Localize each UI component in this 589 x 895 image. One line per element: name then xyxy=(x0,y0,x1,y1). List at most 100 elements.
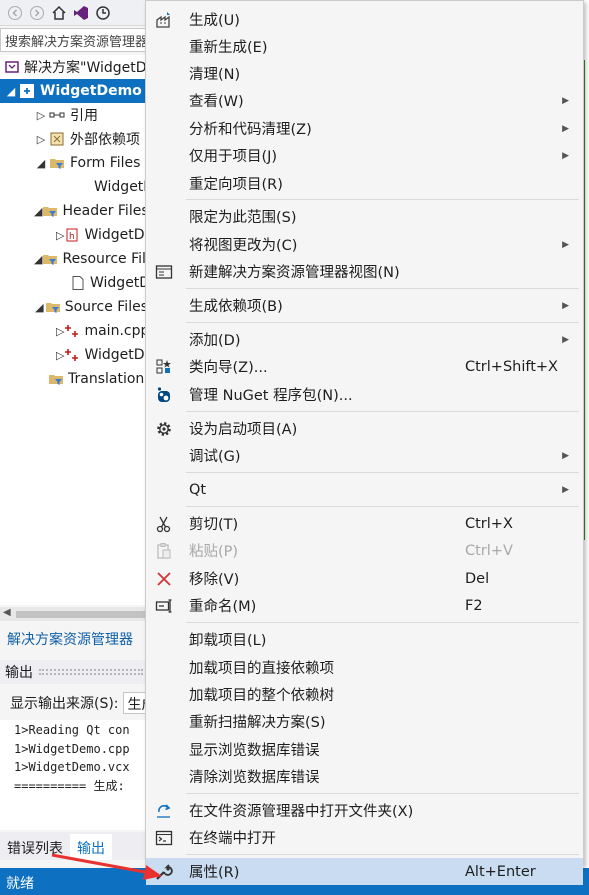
tree-item-source-files[interactable]: ◢ Source Files xyxy=(0,295,148,319)
collapsed-arrow-icon[interactable]: ▷ xyxy=(56,325,64,338)
solution-explorer-tab[interactable]: 解决方案资源管理器 xyxy=(0,626,148,650)
menu-item-debug[interactable]: 调试(G) ▶ xyxy=(146,442,583,469)
menu-item-remove[interactable]: 移除(V) Del xyxy=(146,565,583,592)
collapsed-arrow-icon[interactable]: ▷ xyxy=(56,349,64,362)
horizontal-scrollbar[interactable]: ◀ xyxy=(0,607,148,621)
output-panel-title: 输出 xyxy=(5,665,33,681)
tree-item-file[interactable]: ▷ h WidgetDemo.h xyxy=(0,223,148,247)
menu-item-properties[interactable]: 属性(R) Alt+Enter xyxy=(146,858,583,885)
menu-item-rename[interactable]: 重命名(M) F2 xyxy=(146,592,583,619)
collapsed-arrow-icon[interactable]: ▷ xyxy=(34,109,48,122)
open-folder-icon xyxy=(150,797,178,824)
submenu-arrow-icon: ▶ xyxy=(562,123,569,134)
references-icon xyxy=(48,107,66,123)
menu-item-load-direct-deps[interactable]: 加载项目的直接依赖项 xyxy=(146,654,583,681)
tree-item-form-files[interactable]: ◢ Form Files xyxy=(0,151,148,175)
tree-item-label: Form Files xyxy=(70,155,141,171)
tree-item-file[interactable]: WidgetDemo.qrc xyxy=(0,271,148,295)
terminal-icon xyxy=(150,824,178,851)
submenu-arrow-icon: ▶ xyxy=(562,150,569,161)
tree-item-header-files[interactable]: ◢ Header Files xyxy=(0,199,148,223)
scroll-left-icon[interactable]: ◀ xyxy=(3,607,11,618)
expanded-arrow-icon[interactable]: ◢ xyxy=(34,205,42,218)
tree-item-file[interactable]: ▷ WidgetDemo.cpp xyxy=(0,343,148,367)
tree-item-label: WidgetDemo.qrc xyxy=(90,275,148,291)
tree-item-solution[interactable]: 解决方案"WidgetDemo" xyxy=(0,55,148,79)
tree-item-label: 外部依赖项 xyxy=(70,132,140,148)
panel-grip[interactable] xyxy=(39,669,143,675)
submenu-arrow-icon: ▶ xyxy=(562,334,569,345)
menu-item-qt[interactable]: Qt ▶ xyxy=(146,476,583,503)
collapsed-arrow-icon[interactable]: ▷ xyxy=(34,133,48,146)
menu-item-project-only[interactable]: 仅用于项目(J) ▶ xyxy=(146,142,583,169)
shortcut: Ctrl+X xyxy=(465,515,513,532)
menu-item-class-wizard[interactable]: 类向导(Z)... Ctrl+Shift+X xyxy=(146,353,583,380)
external-deps-icon xyxy=(48,131,66,147)
tree-item-label: WidgetDemo.ui xyxy=(94,179,148,195)
expanded-arrow-icon[interactable]: ◢ xyxy=(34,157,48,170)
file-icon xyxy=(70,275,86,291)
menu-item-build-deps[interactable]: 生成依赖项(B) ▶ xyxy=(146,292,583,319)
tab-error-list[interactable]: 错误列表 xyxy=(0,834,70,860)
menu-item-open-in-terminal[interactable]: 在终端中打开 xyxy=(146,824,583,851)
vs-icon[interactable] xyxy=(72,4,90,22)
menu-item-paste[interactable]: 粘贴(P) Ctrl+V xyxy=(146,537,583,564)
menu-item-open-in-explorer[interactable]: 在文件资源管理器中打开文件夹(X) xyxy=(146,797,583,824)
tree-item-external-deps[interactable]: ▷ 外部依赖项 xyxy=(0,127,148,151)
menu-item-analyze[interactable]: 分析和代码清理(Z) ▶ xyxy=(146,115,583,142)
forward-icon[interactable] xyxy=(28,4,46,22)
tree-item-file[interactable]: ▷ main.cpp xyxy=(0,319,148,343)
menu-item-build[interactable]: 生成(U) xyxy=(146,6,583,33)
svg-text:h: h xyxy=(69,232,75,242)
collapsed-arrow-icon[interactable]: ▷ xyxy=(56,229,64,242)
rename-icon xyxy=(150,592,178,619)
tree-item-translation-files[interactable]: Translation Files xyxy=(0,367,148,391)
shortcut: Ctrl+Shift+X xyxy=(465,358,558,375)
shortcut: Ctrl+V xyxy=(465,542,513,559)
nuget-icon xyxy=(150,381,178,408)
menu-item-manage-nuget[interactable]: 管理 NuGet 程序包(N)... xyxy=(146,381,583,408)
menu-item-show-browse-errors[interactable]: 显示浏览数据库错误 xyxy=(146,736,583,763)
menu-item-scope-to-this[interactable]: 限定为此范围(S) xyxy=(146,203,583,230)
shortcut: F2 xyxy=(465,597,483,614)
menu-item-unload-project[interactable]: 卸载项目(L) xyxy=(146,626,583,653)
back-icon[interactable] xyxy=(6,4,24,22)
tree-item-resource-files[interactable]: ◢ Resource Files xyxy=(0,247,148,271)
filter-folder-icon xyxy=(48,155,66,171)
home-icon[interactable] xyxy=(50,4,68,22)
cpp-file-icon xyxy=(64,347,80,363)
menu-item-clean[interactable]: 清理(N) xyxy=(146,60,583,87)
menu-separator xyxy=(186,322,579,323)
menu-item-view[interactable]: 查看(W) ▶ xyxy=(146,87,583,114)
expanded-arrow-icon[interactable]: ◢ xyxy=(34,301,45,314)
expanded-arrow-icon[interactable]: ◢ xyxy=(4,85,18,98)
menu-separator xyxy=(186,506,579,507)
menu-item-cut[interactable]: 剪切(T) Ctrl+X xyxy=(146,510,583,537)
paste-icon xyxy=(150,537,178,564)
tree-item-label: Resource Files xyxy=(62,251,148,267)
output-line: 1>Reading Qt con xyxy=(14,723,130,737)
menu-item-change-view[interactable]: 将视图更改为(C) ▶ xyxy=(146,231,583,258)
menu-item-rebuild[interactable]: 重新生成(E) xyxy=(146,33,583,60)
bottom-tab-strip: 错误列表 输出 xyxy=(0,832,148,860)
output-text-area[interactable]: 1>Reading Qt con 1>WidgetDemo.cpp 1>Widget… xyxy=(0,720,148,830)
menu-item-add[interactable]: 添加(D) ▶ xyxy=(146,326,583,353)
tab-output[interactable]: 输出 xyxy=(70,834,112,860)
menu-item-load-dep-tree[interactable]: 加载项目的整个依赖树 xyxy=(146,681,583,708)
expanded-arrow-icon[interactable]: ◢ xyxy=(34,253,42,266)
menu-item-retarget[interactable]: 重定向项目(R) xyxy=(146,170,583,197)
tree-item-references[interactable]: ▷ 引用 xyxy=(0,103,148,127)
tree-item-file[interactable]: WidgetDemo.ui xyxy=(0,175,148,199)
class-wizard-icon xyxy=(150,353,178,380)
history-icon[interactable] xyxy=(94,4,112,22)
menu-item-clear-browse-errors[interactable]: 清除浏览数据库错误 xyxy=(146,763,583,790)
output-source-label: 显示输出来源(S): xyxy=(10,696,119,712)
tree-item-project[interactable]: ◢ WidgetDemo xyxy=(0,79,148,103)
menu-item-new-se-view[interactable]: 新建解决方案资源管理器视图(N) xyxy=(146,258,583,285)
tree-item-label: 引用 xyxy=(70,108,98,124)
filter-folder-icon xyxy=(45,299,61,315)
scrollbar-thumb[interactable] xyxy=(16,611,146,618)
menu-item-set-startup[interactable]: 设为启动项目(A) xyxy=(146,415,583,442)
menu-item-rescan-solution[interactable]: 重新扫描解决方案(S) xyxy=(146,708,583,735)
solution-explorer-search-input[interactable]: 搜索解决方案资源管理器 xyxy=(0,28,148,52)
